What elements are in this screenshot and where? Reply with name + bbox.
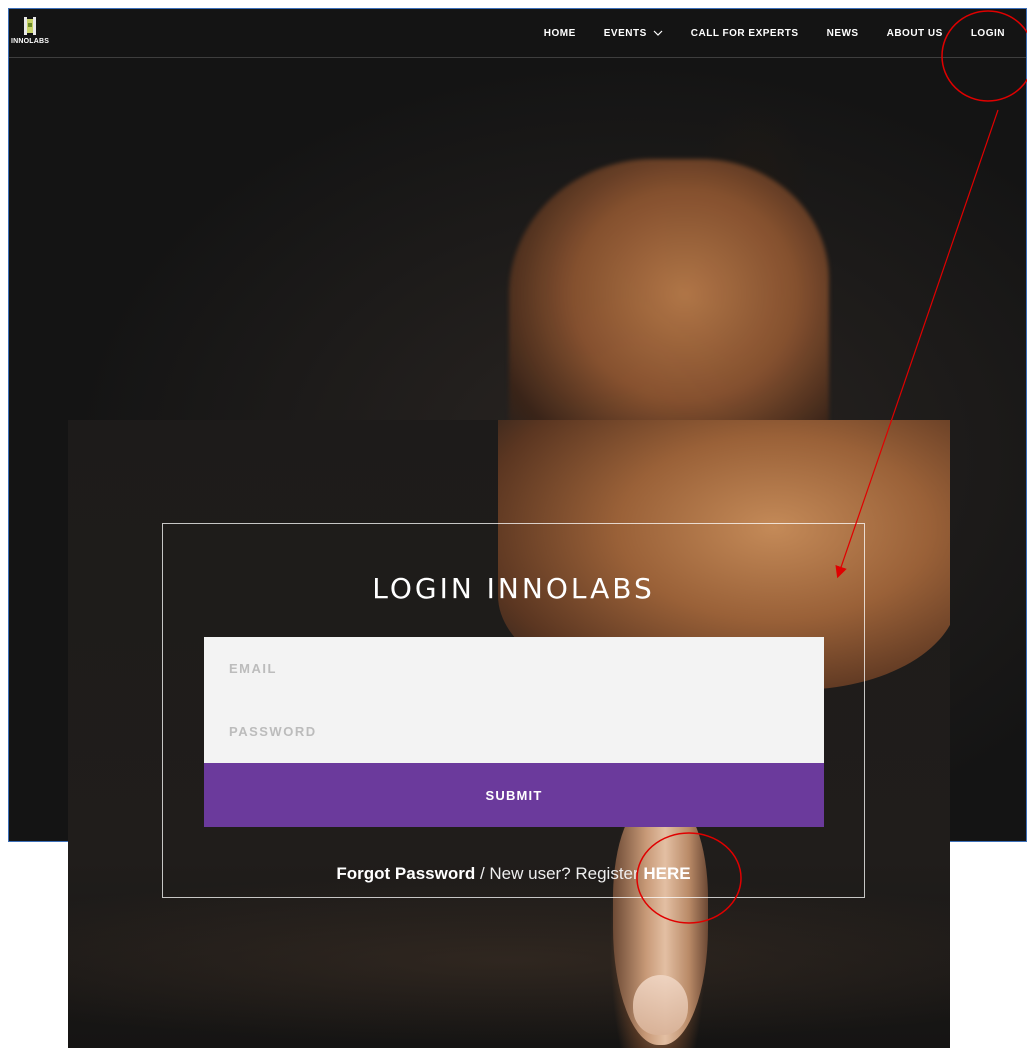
- account-links: Forgot Password / New user? Register HER…: [163, 864, 864, 884]
- nav-events-label: EVENTS: [603, 27, 647, 39]
- fingernail-background-image: [633, 975, 688, 1035]
- forgot-password-link[interactable]: Forgot Password: [336, 864, 475, 883]
- links-separator: /: [475, 864, 490, 883]
- password-input[interactable]: [204, 700, 824, 763]
- nav-events[interactable]: EVENTS: [590, 28, 677, 39]
- nav-home[interactable]: HOME: [530, 28, 590, 39]
- email-field-wrapper: [204, 637, 824, 700]
- submit-button[interactable]: SUBMIT: [204, 763, 824, 827]
- nav-news[interactable]: NEWS: [813, 28, 873, 39]
- logo-icon: [24, 17, 36, 35]
- password-field-wrapper: [204, 700, 824, 763]
- login-title: LOGIN INNOLABS: [372, 572, 655, 605]
- chevron-down-icon: [653, 30, 663, 36]
- nav-call-for-experts[interactable]: CALL FOR EXPERTS: [677, 28, 813, 39]
- nav-about-us[interactable]: ABOUT US: [873, 28, 957, 39]
- new-user-text: New user? Register: [489, 864, 644, 883]
- top-navigation-bar: INNOLABS HOME EVENTS CALL FOR EXPERTS NE…: [9, 9, 1026, 58]
- main-nav: HOME EVENTS CALL FOR EXPERTS NEWS ABOUT …: [530, 9, 1026, 57]
- logo-text: INNOLABS: [11, 38, 50, 45]
- hero-hand-image: [509, 159, 829, 459]
- logo[interactable]: INNOLABS: [11, 17, 59, 53]
- login-form: LOGIN INNOLABS SUBMIT Forgot Password / …: [162, 523, 865, 898]
- email-input[interactable]: [204, 637, 824, 700]
- register-here-link[interactable]: HERE: [643, 864, 690, 883]
- nav-login[interactable]: LOGIN: [957, 28, 1026, 39]
- login-screenshot: LOGIN INNOLABS SUBMIT Forgot Password / …: [68, 420, 950, 1048]
